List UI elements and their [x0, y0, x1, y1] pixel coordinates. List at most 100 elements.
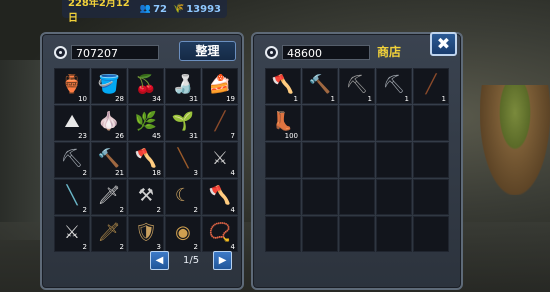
population-icon: 👥 — [139, 4, 152, 14]
shop-slot[interactable] — [413, 179, 449, 215]
shop-slot[interactable] — [302, 179, 338, 215]
inventory-slot[interactable]: 🌱 31 — [165, 105, 201, 141]
inventory-grid: 🏺 10 🪣 28 🍒 34 🍶 31 🍰 19 ⛰ 23 🧄 26 🌿 45 🌱 31 ╱ 7 ⛏ 2 🔨 21 🪓 18 ╲ 3 ⚔… — [54, 68, 238, 252]
item-quantity: 2 — [82, 169, 87, 177]
shop-slot[interactable] — [376, 105, 412, 141]
item-quantity: 26 — [115, 132, 124, 140]
item-quantity: 2 — [119, 206, 124, 214]
game-date: 228年2月12日 — [68, 0, 130, 24]
inventory-slot[interactable]: 🔨 21 — [91, 142, 127, 178]
prev-page-button[interactable]: ◀ — [150, 251, 169, 270]
shop-slot[interactable] — [339, 216, 375, 252]
necklace-icon: 📿 — [208, 222, 232, 243]
shop-slot[interactable]: ⛏ 1 — [376, 68, 412, 104]
grain-stat: 🌾 13993 — [173, 4, 221, 15]
shop-slot[interactable]: ⛏ 1 — [339, 68, 375, 104]
item-quantity: 3 — [156, 243, 161, 251]
shop-slot[interactable]: 🪓 1 — [265, 68, 301, 104]
item-quantity: 7 — [230, 132, 235, 140]
shop-slot[interactable]: ╱ 1 — [413, 68, 449, 104]
shop-slot[interactable] — [265, 179, 301, 215]
hammer-icon: 🔨 — [308, 74, 332, 95]
item-quantity: 31 — [189, 95, 198, 103]
shield-icon: 🛡 — [134, 222, 158, 243]
item-quantity: 1 — [441, 95, 446, 103]
inventory-slot[interactable]: ⚔ 4 — [202, 142, 238, 178]
shop-slot[interactable] — [265, 142, 301, 178]
shop-slot[interactable] — [265, 216, 301, 252]
inventory-slot[interactable]: 🪓 4 — [202, 179, 238, 215]
shop-slot[interactable]: 🔨 1 — [302, 68, 338, 104]
inventory-slot[interactable]: 🌿 45 — [128, 105, 164, 141]
shop-money: 48600 — [282, 44, 370, 60]
shop-slot[interactable] — [302, 142, 338, 178]
inventory-slot[interactable]: ╲ 3 — [165, 142, 201, 178]
pager: ◀ 1/5 ▶ — [150, 251, 233, 270]
next-page-button[interactable]: ▶ — [213, 251, 233, 270]
round-shield-icon: ◉ — [175, 222, 191, 243]
status-bar: 228年2月12日 👥 72 🌾 13993 — [62, 0, 227, 24]
shop-panel: 48600 商店 ✖ 🪓 1 🔨 1 ⛏ 1 ⛏ 1 ╱ 1 👢 100 — [251, 32, 463, 290]
inventory-slot[interactable]: 🛡 3 — [128, 216, 164, 252]
shop-slot[interactable] — [302, 216, 338, 252]
grain-value: 13993 — [186, 3, 221, 15]
inventory-slot[interactable]: 🪓 18 — [128, 142, 164, 178]
inventory-slot[interactable]: ╱ 7 — [202, 105, 238, 141]
inventory-slot[interactable]: ☾ 2 — [165, 179, 201, 215]
shop-slot[interactable] — [339, 179, 375, 215]
shop-title: 商店 — [377, 45, 402, 59]
halberd-icon: ⚔ — [211, 148, 229, 169]
shop-slot[interactable] — [302, 105, 338, 141]
inventory-slot[interactable]: ⚒ 2 — [128, 179, 164, 215]
population-stat: 👥 72 — [140, 4, 167, 15]
shop-slot[interactable] — [376, 179, 412, 215]
bamboo-flute-icon: ╱ — [214, 111, 226, 132]
inventory-slot[interactable]: 🪣 28 — [91, 68, 127, 104]
item-quantity: 19 — [226, 95, 235, 103]
item-quantity: 1 — [330, 95, 335, 103]
item-quantity: 2 — [119, 243, 124, 251]
battle-axe-icon: ⚒ — [137, 185, 155, 206]
item-quantity: 21 — [115, 169, 124, 177]
dagger-icon: 🗡 — [97, 185, 121, 206]
inventory-panel: 707207 整理 🏺 10 🪣 28 🍒 34 🍶 31 🍰 19 ⛰ 23 🧄 26 🌿 45 🌱 31 ╱ 7 ⛏… — [40, 32, 244, 290]
item-quantity: 45 — [152, 132, 161, 140]
inventory-slot[interactable]: ╲ 2 — [54, 179, 90, 215]
item-quantity: 2 — [156, 206, 161, 214]
inventory-slot[interactable]: 🍶 31 — [165, 68, 201, 104]
item-quantity: 1 — [293, 95, 298, 103]
item-quantity: 2 — [82, 206, 87, 214]
shop-slot[interactable] — [376, 142, 412, 178]
sort-button[interactable]: 整理 — [179, 41, 236, 61]
inventory-slot[interactable]: 🗡 2 — [91, 216, 127, 252]
shop-slot[interactable] — [413, 105, 449, 141]
inventory-slot[interactable]: ◉ 2 — [165, 216, 201, 252]
close-button[interactable]: ✖ — [430, 32, 457, 56]
shop-slot[interactable] — [339, 105, 375, 141]
page-indicator: 1/5 — [183, 255, 200, 266]
item-quantity: 4 — [230, 169, 235, 177]
sabre-icon: ⚔ — [63, 222, 81, 243]
inventory-slot[interactable]: 📿 4 — [202, 216, 238, 252]
item-quantity: 1 — [404, 95, 409, 103]
inventory-slot[interactable]: 🍒 34 — [128, 68, 164, 104]
shop-slot[interactable] — [339, 142, 375, 178]
inventory-slot[interactable]: ⚔ 2 — [54, 216, 90, 252]
item-quantity: 31 — [189, 132, 198, 140]
shop-slot[interactable]: 👢 100 — [265, 105, 301, 141]
shop-slot[interactable] — [413, 142, 449, 178]
coin-icon — [54, 45, 67, 59]
background-shelf — [0, 60, 40, 240]
item-quantity: 10 — [78, 95, 87, 103]
shop-slot[interactable] — [413, 216, 449, 252]
inventory-slot[interactable]: ⛰ 23 — [54, 105, 90, 141]
pickaxe-icon: ⛏ — [345, 74, 369, 95]
inventory-slot[interactable]: ⛏ 2 — [54, 142, 90, 178]
shop-grid: 🪓 1 🔨 1 ⛏ 1 ⛏ 1 ╱ 1 👢 100 — [265, 68, 449, 252]
item-quantity: 100 — [284, 132, 298, 140]
inventory-slot[interactable]: 🏺 10 — [54, 68, 90, 104]
inventory-slot[interactable]: 🍰 19 — [202, 68, 238, 104]
inventory-slot[interactable]: 🧄 26 — [91, 105, 127, 141]
inventory-slot[interactable]: 🗡 2 — [91, 179, 127, 215]
shop-slot[interactable] — [376, 216, 412, 252]
